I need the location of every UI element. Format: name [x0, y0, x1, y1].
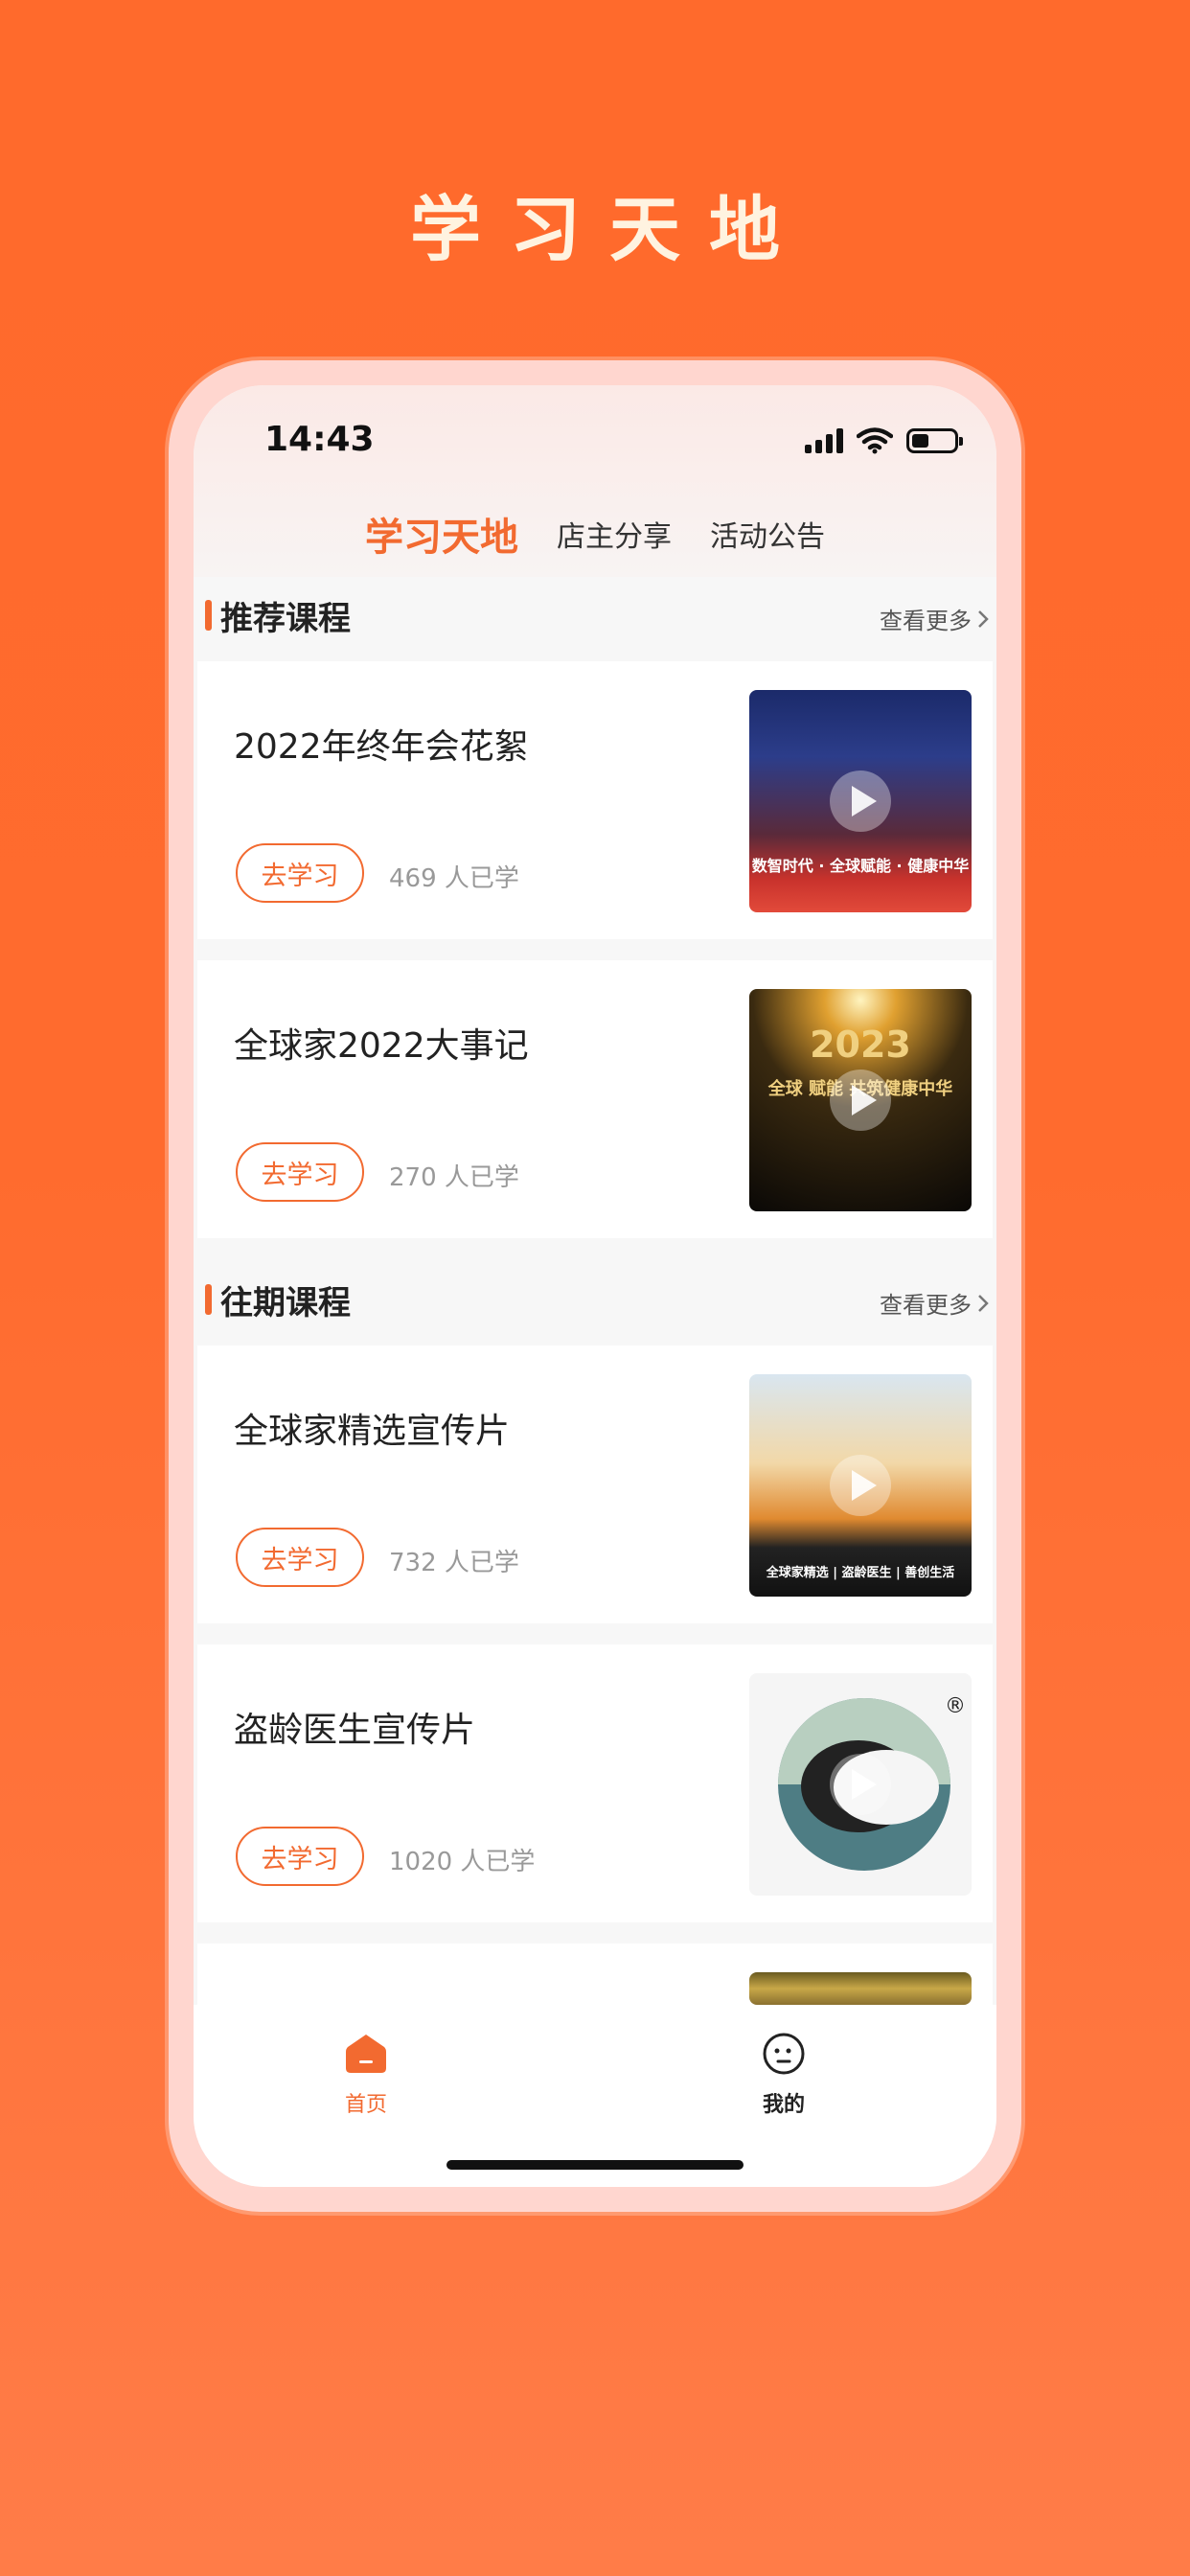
play-icon — [830, 1070, 891, 1131]
course-thumbnail[interactable]: 全球家精选 | 盗龄医生 | 善创生活 — [749, 1374, 972, 1597]
status-time: 14:43 — [264, 420, 375, 459]
course-card[interactable]: 全球家2022大事记 去学习 270 人已学 2023 全球 赋能 共筑健康中华 — [197, 960, 993, 1238]
view-more-recommended[interactable]: 查看更多 — [880, 602, 989, 635]
nav-me[interactable]: 我的 — [726, 2032, 841, 2118]
learn-button[interactable]: 去学习 — [236, 1528, 364, 1587]
chevron-right-icon — [978, 610, 989, 628]
course-thumbnail[interactable]: 数智时代 · 全球赋能 · 健康中华 — [749, 690, 972, 912]
section-recommended: 推荐课程 查看更多 — [194, 577, 996, 654]
course-title: 盗龄医生宣传片 — [234, 1711, 476, 1750]
learner-count: 732 人已学 — [389, 1549, 519, 1577]
face-icon — [763, 2033, 805, 2075]
course-card-partial[interactable] — [197, 1944, 993, 2005]
play-icon — [830, 1455, 891, 1516]
course-card[interactable]: 2022年终年会花絮 去学习 469 人已学 数智时代 · 全球赋能 · 健康中… — [197, 661, 993, 939]
learn-button[interactable]: 去学习 — [236, 843, 364, 903]
wifi-icon — [857, 427, 893, 454]
section-marker — [205, 600, 212, 631]
learner-count: 1020 人已学 — [389, 1848, 536, 1876]
promo-title: 学习天地 — [410, 189, 809, 271]
battery-icon — [906, 428, 963, 453]
chevron-right-icon — [978, 1294, 989, 1312]
section-past: 往期课程 查看更多 — [194, 1261, 996, 1338]
section-marker — [205, 1284, 212, 1315]
learner-count: 469 人已学 — [389, 864, 519, 893]
thumb-caption: 2023 — [810, 1024, 911, 1066]
play-icon — [830, 770, 891, 832]
thumb-caption: 数智时代 · 全球赋能 · 健康中华 — [751, 857, 970, 875]
top-area: 14:43 学习天地 店主分享 活动公告 — [194, 385, 996, 577]
course-title: 全球家2022大事记 — [234, 1026, 529, 1066]
course-title: 全球家精选宣传片 — [234, 1412, 511, 1451]
course-card[interactable]: 全球家精选宣传片 去学习 732 人已学 全球家精选 | 盗龄医生 | 善创生活 — [197, 1346, 993, 1623]
tab-study[interactable]: 学习天地 — [365, 506, 518, 562]
course-thumbnail[interactable] — [749, 1972, 972, 2005]
nav-home[interactable]: 首页 — [309, 2032, 423, 2118]
play-icon — [830, 1754, 891, 1815]
learn-button[interactable]: 去学习 — [236, 1827, 364, 1886]
thumb-caption: 全球家精选 | 盗龄医生 | 善创生活 — [766, 1566, 955, 1580]
home-icon — [346, 2035, 386, 2073]
nav-home-label: 首页 — [344, 2093, 387, 2117]
course-thumbnail[interactable]: 2023 全球 赋能 共筑健康中华 — [749, 989, 972, 1211]
tab-shop-share[interactable]: 店主分享 — [557, 513, 672, 555]
learner-count: 270 人已学 — [389, 1163, 519, 1192]
course-card[interactable]: 盗龄医生宣传片 去学习 1020 人已学 ® — [197, 1644, 993, 1922]
section-title: 往期课程 — [220, 1284, 351, 1322]
status-bar: 14:43 — [194, 420, 996, 477]
tab-announcements[interactable]: 活动公告 — [710, 513, 825, 555]
signal-icon — [805, 428, 843, 453]
home-indicator — [446, 2160, 744, 2170]
view-more-past[interactable]: 查看更多 — [880, 1286, 989, 1320]
phone-screen: 14:43 学习天地 店主分享 活动公告 推荐课程 查看更多 2022年终年会花… — [194, 385, 996, 2187]
status-icons — [805, 427, 963, 454]
view-more-label: 查看更多 — [880, 608, 972, 634]
course-thumbnail[interactable]: ® — [749, 1673, 972, 1896]
view-more-label: 查看更多 — [880, 1292, 972, 1319]
nav-me-label: 我的 — [762, 2093, 805, 2117]
registered-mark: ® — [945, 1694, 966, 1718]
section-title: 推荐课程 — [220, 600, 351, 638]
tab-bar: 学习天地 店主分享 活动公告 — [194, 500, 996, 567]
course-title: 2022年终年会花絮 — [234, 727, 529, 767]
learn-button[interactable]: 去学习 — [236, 1142, 364, 1202]
